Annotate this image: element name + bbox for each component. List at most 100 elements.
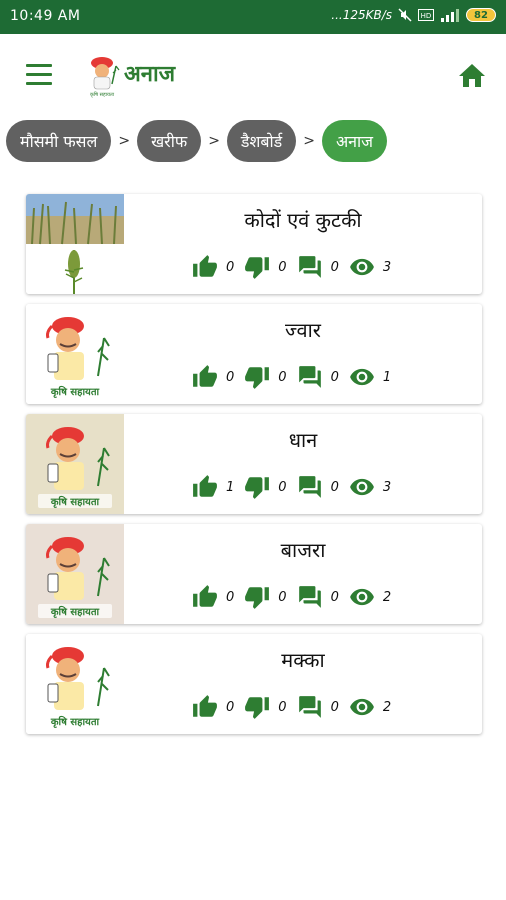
status-bar: 10:49 AM ...125KB/s HD 82 <box>0 0 506 34</box>
thumbs-down-icon <box>245 477 270 499</box>
thumbs-up-icon <box>193 365 217 387</box>
app-bar: कृषि सहायता अनाज <box>0 34 506 116</box>
crop-stats: 0 0 0 1 <box>192 364 401 390</box>
comment-count: 0 <box>330 259 339 275</box>
thumbnail-caption: कृषि सहायता <box>50 495 100 508</box>
dislike-button[interactable]: 0 <box>244 474 287 500</box>
status-time: 10:49 AM <box>10 8 81 24</box>
view-count: 2 <box>382 589 392 605</box>
thumbs-up-icon <box>193 475 217 497</box>
crop-card[interactable]: कृषि सहायता बाजरा 0 0 0 2 <box>26 524 482 624</box>
view-count: 2 <box>382 699 392 715</box>
like-button[interactable]: 0 <box>192 694 234 720</box>
logo: कृषि सहायता <box>90 57 120 98</box>
comment-button[interactable]: 0 <box>297 474 339 500</box>
page-title: अनाज <box>124 62 176 87</box>
crop-card[interactable]: कृषि सहायता मक्का 0 0 0 2 <box>26 634 482 734</box>
comments-icon <box>298 696 321 718</box>
eye-icon <box>349 698 374 716</box>
home-icon[interactable] <box>458 62 486 88</box>
thumbs-down-icon <box>245 587 270 609</box>
thumbs-down-icon <box>245 257 270 279</box>
comment-button[interactable]: 0 <box>297 254 339 280</box>
like-count: 0 <box>226 369 235 385</box>
dislike-button[interactable]: 0 <box>244 584 287 610</box>
crop-thumbnail: कृषि सहायता <box>26 304 124 404</box>
thumbs-down-icon <box>245 367 270 389</box>
crop-name: कोदों एवं कुटकी <box>244 208 362 232</box>
breadcrumb-item[interactable]: डैशबोर्ड <box>226 120 297 162</box>
battery-icon: 82 <box>466 8 496 22</box>
like-button[interactable]: 1 <box>192 474 234 500</box>
view-count-indicator: 2 <box>349 584 391 610</box>
comment-count: 0 <box>330 369 339 385</box>
dislike-button[interactable]: 0 <box>244 364 287 390</box>
breadcrumb-separator: > <box>208 133 220 149</box>
breadcrumb: मौसमी फसल > खरीफ > डैशबोर्ड > अनाज <box>6 120 388 162</box>
volte-icon: HD <box>418 9 434 21</box>
view-count-indicator: 1 <box>349 364 391 390</box>
like-button[interactable]: 0 <box>192 364 234 390</box>
mute-icon <box>398 8 412 22</box>
crop-stats: 1 0 0 3 <box>192 474 401 500</box>
view-count-indicator: 2 <box>349 694 391 720</box>
like-count: 0 <box>226 259 235 275</box>
status-icons: ...125KB/s HD 82 <box>331 8 496 22</box>
crop-thumbnail: कृषि सहायता <box>26 414 124 514</box>
dislike-button[interactable]: 0 <box>244 254 287 280</box>
comment-button[interactable]: 0 <box>297 364 339 390</box>
svg-text:HD: HD <box>421 12 432 20</box>
crop-card[interactable]: कृषि सहायता ज्वार 0 0 0 1 <box>26 304 482 404</box>
breadcrumb-separator: > <box>303 133 315 149</box>
crop-thumbnail: कृषि सहायता <box>26 634 124 734</box>
view-count-indicator: 3 <box>349 254 391 280</box>
network-speed: ...125KB/s <box>331 8 392 22</box>
menu-button[interactable] <box>26 64 54 86</box>
crop-list: कोदों एवं कुटकी 0 0 0 3 कृषि सहायता ज्वार 0 0 0 1 क… <box>26 194 482 744</box>
like-count: 1 <box>226 479 235 495</box>
thumbnail-caption: कृषि सहायता <box>50 385 100 398</box>
crop-name: धान <box>288 428 318 452</box>
comments-icon <box>298 476 321 498</box>
crop-thumbnail <box>26 194 124 294</box>
dislike-count: 0 <box>278 479 287 495</box>
view-count: 3 <box>382 479 392 495</box>
comment-button[interactable]: 0 <box>297 584 339 610</box>
comments-icon <box>298 256 321 278</box>
like-button[interactable]: 0 <box>192 254 234 280</box>
eye-icon <box>349 368 374 386</box>
crop-name: बाजरा <box>280 538 326 562</box>
breadcrumb-item[interactable]: खरीफ <box>137 120 202 162</box>
like-count: 0 <box>226 699 235 715</box>
crop-card[interactable]: कृषि सहायता धान 1 0 0 3 <box>26 414 482 514</box>
breadcrumb-item[interactable]: अनाज <box>321 120 388 162</box>
logo-text: कृषि सहायता <box>90 91 115 98</box>
comment-button[interactable]: 0 <box>297 694 339 720</box>
like-button[interactable]: 0 <box>192 584 234 610</box>
thumbnail-caption: कृषि सहायता <box>50 715 100 728</box>
thumbnail-caption: कृषि सहायता <box>50 605 100 618</box>
dislike-count: 0 <box>278 589 287 605</box>
view-count-indicator: 3 <box>349 474 391 500</box>
signal-icon <box>441 9 459 22</box>
comment-count: 0 <box>330 699 339 715</box>
breadcrumb-item[interactable]: मौसमी फसल <box>6 120 112 162</box>
crop-stats: 0 0 0 2 <box>192 694 401 720</box>
crop-stats: 0 0 0 3 <box>192 254 401 280</box>
dislike-count: 0 <box>278 369 287 385</box>
dislike-count: 0 <box>278 259 287 275</box>
comment-count: 0 <box>330 479 339 495</box>
eye-icon <box>349 588 374 606</box>
dislike-button[interactable]: 0 <box>244 694 287 720</box>
comments-icon <box>298 366 321 388</box>
crop-card[interactable]: कोदों एवं कुटकी 0 0 0 3 <box>26 194 482 294</box>
comments-icon <box>298 586 321 608</box>
crop-thumbnail: कृषि सहायता <box>26 524 124 624</box>
like-count: 0 <box>226 589 235 605</box>
crop-name: मक्का <box>281 648 325 672</box>
comment-count: 0 <box>330 589 339 605</box>
thumbs-up-icon <box>193 255 217 277</box>
view-count: 3 <box>382 259 392 275</box>
breadcrumb-separator: > <box>118 133 131 149</box>
view-count: 1 <box>382 369 392 385</box>
